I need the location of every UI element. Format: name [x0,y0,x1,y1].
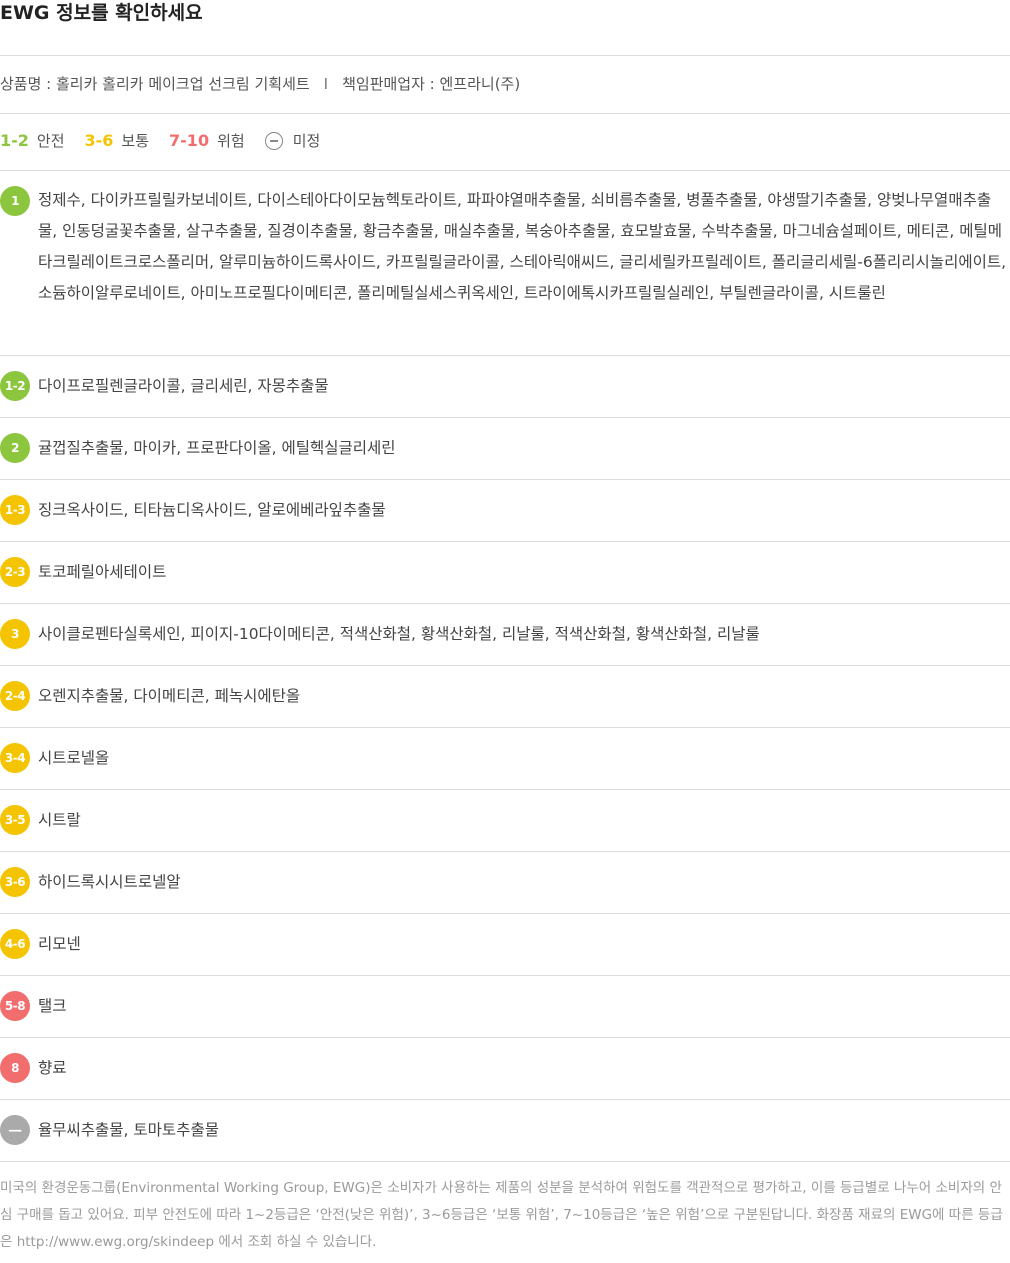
legend-moderate-range: 3-6 [84,131,114,150]
legend-undetermined: 미정 [264,129,321,153]
ingredient-list: 율무씨추출물, 토마토추출물 [38,1120,219,1139]
seller-name: 책임판매업자 : 엔프라니(주) [342,75,521,93]
ingredient-row: 2-4 오렌지추출물, 다이메티콘, 페녹시에탄올 [0,665,1010,728]
grade-badge: 2-4 [0,681,30,711]
grade-badge: 3-5 [0,805,30,835]
ingredient-list: 하이드록시시트로넬알 [38,872,181,891]
ingredient-list: 귤껍질추출물, 마이카, 프로판다이올, 에틸헥실글리세린 [38,438,396,457]
ingredient-row: 1-2 다이프로필렌글라이콜, 글리세린, 자몽추출물 [0,355,1010,418]
grade-badge: 2 [0,433,30,463]
legend-safe-range: 1-2 [0,131,29,150]
product-info: 상품명 : 홀리카 홀리카 메이크업 선크림 기획세트 I 책임판매업자 : 엔프라… [0,72,520,96]
legend-safe: 1-2 안전 [0,129,65,153]
minus-circle-icon [264,132,283,150]
divider [0,1161,1010,1162]
grade-legend: 1-2 안전 3-6 보통 7-10 위험 미정 [0,129,340,153]
ingredient-row: 3-4 시트로넬올 [0,727,1010,790]
divider [0,55,1010,56]
ingredient-row: 2 귤껍질추출물, 마이카, 프로판다이올, 에틸헥실글리세린 [0,417,1010,480]
grade-badge: 1-3 [0,495,30,525]
ingredient-row: 1-3 징크옥사이드, 티타늄디옥사이드, 알로에베라잎추출물 [0,479,1010,542]
ingredient-row: 8 향료 [0,1037,1010,1100]
ingredient-list: 징크옥사이드, 티타늄디옥사이드, 알로에베라잎추출물 [38,500,386,519]
ewg-description: 미국의 환경운동그룹(Environmental Working Group, … [0,1180,1003,1250]
ingredient-row: 3 사이클로펜타실록세인, 피이지-10다이메티콘, 적색산화철, 황색산화철, … [0,603,1010,666]
legend-undetermined-label: 미정 [292,132,321,150]
divider [0,113,1010,114]
ingredient-list: 향료 [38,1058,67,1077]
ingredient-list: 시트로넬올 [38,748,110,767]
ingredient-list: 토코페릴아세테이트 [38,562,167,581]
ingredient-row: 5-8 탤크 [0,975,1010,1038]
grade-badge: 2-3 [0,557,30,587]
ingredient-list: 탤크 [38,996,67,1015]
grade-badge: 5-8 [0,991,30,1021]
legend-moderate-label: 보통 [121,132,150,150]
ingredient-row: − 율무씨추출물, 토마토추출물 [0,1099,1010,1162]
grade-badge: 3-6 [0,867,30,897]
legend-danger-range: 7-10 [169,131,210,150]
ingredient-list: 사이클로펜타실록세인, 피이지-10다이메티콘, 적색산화철, 황색산화철, 리… [38,624,760,643]
grade-badge: 4-6 [0,929,30,959]
ingredient-row: 1 정제수, 다이카프릴릴카보네이트, 다이스테아다이모늄헥토라이트, 파파야열매… [0,170,1010,356]
ingredient-list: 오렌지추출물, 다이메티콘, 페녹시에탄올 [38,686,301,705]
ingredient-row: 2-3 토코페릴아세테이트 [0,541,1010,604]
grade-badge: − [0,1115,30,1145]
legend-danger-label: 위험 [217,132,245,150]
ingredient-row: 4-6 리모넨 [0,913,1010,976]
grade-badge: 3 [0,619,30,649]
info-separator: I [323,75,329,93]
ingredient-list: 다이프로필렌글라이콜, 글리세린, 자몽추출물 [38,376,329,395]
legend-moderate: 3-6 보통 [85,129,150,153]
legend-danger: 7-10 위험 [169,129,245,153]
ingredient-list: 리모넨 [38,934,81,953]
legend-safe-label: 안전 [36,132,65,150]
grade-badge: 1 [0,186,30,216]
grade-badge: 3-4 [0,743,30,773]
ingredient-list: 시트랄 [38,810,81,829]
ingredient-row: 3-6 하이드록시시트로넬알 [0,851,1010,914]
page-title: EWG 정보를 확인하세요 [0,2,203,24]
ingredient-row: 3-5 시트랄 [0,789,1010,852]
product-name: 상품명 : 홀리카 홀리카 메이크업 선크림 기획세트 [0,75,310,93]
ingredient-list: 정제수, 다이카프릴릴카보네이트, 다이스테아다이모늄헥토라이트, 파파야열매추… [38,191,1007,302]
grade-badge: 1-2 [0,371,30,401]
grade-badge: 8 [0,1053,30,1083]
